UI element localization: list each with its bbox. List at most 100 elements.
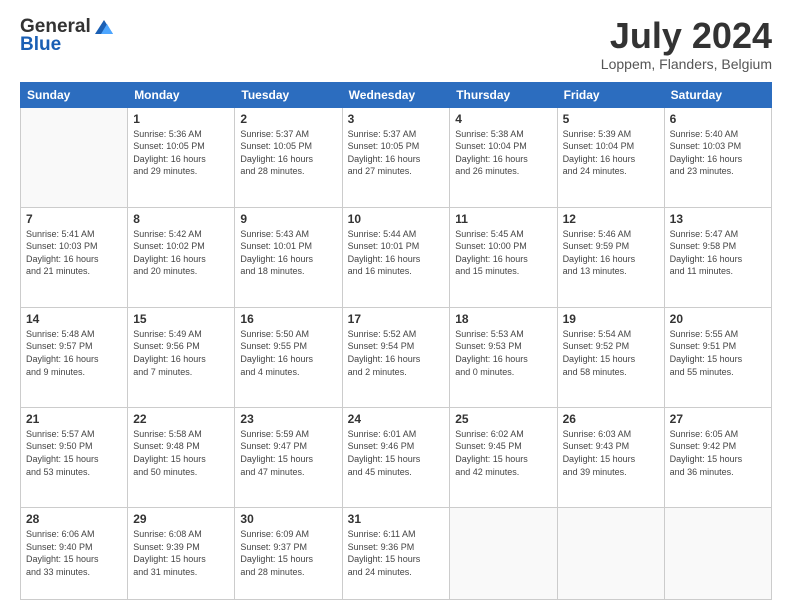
daylight-text: Daylight: 15 hoursand 45 minutes. — [348, 453, 445, 478]
day-info: Sunrise: 5:52 AMSunset: 9:54 PMDaylight:… — [348, 328, 445, 378]
daylight-text: Daylight: 16 hoursand 26 minutes. — [455, 153, 551, 178]
daylight-text: Daylight: 16 hoursand 2 minutes. — [348, 353, 445, 378]
sunset-text: Sunset: 10:00 PM — [455, 240, 551, 253]
sunset-text: Sunset: 9:54 PM — [348, 340, 445, 353]
sunset-text: Sunset: 9:48 PM — [133, 440, 229, 453]
day-number: 9 — [240, 212, 336, 226]
sunset-text: Sunset: 10:03 PM — [26, 240, 122, 253]
day-info: Sunrise: 6:05 AMSunset: 9:42 PMDaylight:… — [670, 428, 766, 478]
day-number: 18 — [455, 312, 551, 326]
day-info: Sunrise: 5:38 AMSunset: 10:04 PMDaylight… — [455, 128, 551, 178]
day-number: 24 — [348, 412, 445, 426]
daylight-text: Daylight: 15 hoursand 36 minutes. — [670, 453, 766, 478]
calendar-cell: 24 Sunrise: 6:01 AMSunset: 9:46 PMDayligh… — [342, 407, 450, 507]
calendar-cell: 28Sunrise: 6:06 AMSunset: 9:40 PMDayligh… — [21, 507, 128, 599]
sunrise-text: Sunrise: 5:47 AM — [670, 228, 766, 241]
daylight-text: Daylight: 15 hoursand 31 minutes. — [133, 553, 229, 578]
calendar-cell: 15 Sunrise: 5:49 AMSunset: 9:56 PMDayligh… — [128, 307, 235, 407]
sunrise-text: Sunrise: 5:55 AM — [670, 328, 766, 341]
logo-blue: Blue — [20, 34, 61, 56]
calendar-week-row: 7Sunrise: 5:41 AMSunset: 10:03 PMDayligh… — [21, 207, 772, 307]
day-info: Sunrise: 5:55 AMSunset: 9:51 PMDaylight:… — [670, 328, 766, 378]
sunset-text: Sunset: 9:53 PM — [455, 340, 551, 353]
sunrise-text: Sunrise: 6:09 AM — [240, 528, 336, 541]
sunset-text: Sunset: 10:04 PM — [455, 140, 551, 153]
calendar-header-wednesday: Wednesday — [342, 82, 450, 107]
calendar-cell: 5Sunrise: 5:39 AMSunset: 10:04 PMDayligh… — [557, 107, 664, 207]
page: General Blue July 2024 Loppem, Flanders,… — [0, 0, 792, 612]
sunrise-text: Sunrise: 5:45 AM — [455, 228, 551, 241]
calendar-header-row: SundayMondayTuesdayWednesdayThursdayFrid… — [21, 82, 772, 107]
calendar-cell: 6Sunrise: 5:40 AMSunset: 10:03 PMDayligh… — [664, 107, 771, 207]
day-info: Sunrise: 6:06 AMSunset: 9:40 PMDaylight:… — [26, 528, 122, 578]
day-info: Sunrise: 5:49 AMSunset: 9:56 PMDaylight:… — [133, 328, 229, 378]
sunset-text: Sunset: 9:46 PM — [348, 440, 445, 453]
calendar-week-row: 1Sunrise: 5:36 AMSunset: 10:05 PMDayligh… — [21, 107, 772, 207]
sunset-text: Sunset: 9:39 PM — [133, 541, 229, 554]
location: Loppem, Flanders, Belgium — [601, 56, 772, 72]
daylight-text: Daylight: 16 hoursand 4 minutes. — [240, 353, 336, 378]
daylight-text: Daylight: 15 hoursand 33 minutes. — [26, 553, 122, 578]
calendar-cell: 26Sunrise: 6:03 AMSunset: 9:43 PMDayligh… — [557, 407, 664, 507]
calendar-header-saturday: Saturday — [664, 82, 771, 107]
day-info: Sunrise: 5:50 AMSunset: 9:55 PMDaylight:… — [240, 328, 336, 378]
day-info: Sunrise: 5:58 AMSunset: 9:48 PMDaylight:… — [133, 428, 229, 478]
calendar-cell: 11Sunrise: 5:45 AMSunset: 10:00 PMDaylig… — [450, 207, 557, 307]
calendar-cell: 4Sunrise: 5:38 AMSunset: 10:04 PMDayligh… — [450, 107, 557, 207]
daylight-text: Daylight: 15 hoursand 55 minutes. — [670, 353, 766, 378]
day-number: 30 — [240, 512, 336, 526]
calendar-cell: 31Sunrise: 6:11 AMSunset: 9:36 PMDayligh… — [342, 507, 450, 599]
day-info: Sunrise: 6:02 AMSunset: 9:45 PMDaylight:… — [455, 428, 551, 478]
sunset-text: Sunset: 9:55 PM — [240, 340, 336, 353]
calendar-cell: 20Sunrise: 5:55 AMSunset: 9:51 PMDayligh… — [664, 307, 771, 407]
sunset-text: Sunset: 9:36 PM — [348, 541, 445, 554]
calendar-cell: 2Sunrise: 5:37 AMSunset: 10:05 PMDayligh… — [235, 107, 342, 207]
daylight-text: Daylight: 15 hoursand 39 minutes. — [563, 453, 659, 478]
day-info: Sunrise: 6:03 AMSunset: 9:43 PMDaylight:… — [563, 428, 659, 478]
day-info: Sunrise: 6:11 AMSunset: 9:36 PMDaylight:… — [348, 528, 445, 578]
calendar-cell — [557, 507, 664, 599]
day-info: Sunrise: 5:41 AMSunset: 10:03 PMDaylight… — [26, 228, 122, 278]
sunrise-text: Sunrise: 6:06 AM — [26, 528, 122, 541]
calendar-cell: 21Sunrise: 5:57 AMSunset: 9:50 PMDayligh… — [21, 407, 128, 507]
calendar-cell: 27Sunrise: 6:05 AMSunset: 9:42 PMDayligh… — [664, 407, 771, 507]
sunrise-text: Sunrise: 6:08 AM — [133, 528, 229, 541]
sunrise-text: Sunrise: 5:44 AM — [348, 228, 445, 241]
day-info: Sunrise: 5:48 AMSunset: 9:57 PMDaylight:… — [26, 328, 122, 378]
sunset-text: Sunset: 9:57 PM — [26, 340, 122, 353]
sunrise-text: Sunrise: 6:02 AM — [455, 428, 551, 441]
day-number: 29 — [133, 512, 229, 526]
calendar-cell — [664, 507, 771, 599]
day-info: Sunrise: 5:57 AMSunset: 9:50 PMDaylight:… — [26, 428, 122, 478]
day-info: Sunrise: 6:08 AMSunset: 9:39 PMDaylight:… — [133, 528, 229, 578]
daylight-text: Daylight: 16 hoursand 29 minutes. — [133, 153, 229, 178]
sunrise-text: Sunrise: 5:54 AM — [563, 328, 659, 341]
sunrise-text: Sunrise: 5:41 AM — [26, 228, 122, 241]
daylight-text: Daylight: 16 hoursand 0 minutes. — [455, 353, 551, 378]
logo: General Blue — [20, 16, 115, 56]
daylight-text: Daylight: 16 hoursand 11 minutes. — [670, 253, 766, 278]
day-number: 8 — [133, 212, 229, 226]
sunrise-text: Sunrise: 6:01 AM — [348, 428, 445, 441]
day-number: 16 — [240, 312, 336, 326]
sunrise-text: Sunrise: 5:53 AM — [455, 328, 551, 341]
day-number: 19 — [563, 312, 659, 326]
sunset-text: Sunset: 9:47 PM — [240, 440, 336, 453]
sunrise-text: Sunrise: 5:49 AM — [133, 328, 229, 341]
calendar-cell: 7Sunrise: 5:41 AMSunset: 10:03 PMDayligh… — [21, 207, 128, 307]
sunrise-text: Sunrise: 6:05 AM — [670, 428, 766, 441]
daylight-text: Daylight: 15 hoursand 58 minutes. — [563, 353, 659, 378]
sunset-text: Sunset: 9:51 PM — [670, 340, 766, 353]
sunrise-text: Sunrise: 5:37 AM — [348, 128, 445, 141]
calendar-cell: 14Sunrise: 5:48 AMSunset: 9:57 PMDayligh… — [21, 307, 128, 407]
day-info: Sunrise: 5:39 AMSunset: 10:04 PMDaylight… — [563, 128, 659, 178]
day-number: 15 — [133, 312, 229, 326]
calendar-cell: 9Sunrise: 5:43 AMSunset: 10:01 PMDayligh… — [235, 207, 342, 307]
daylight-text: Daylight: 16 hoursand 16 minutes. — [348, 253, 445, 278]
daylight-text: Daylight: 16 hoursand 27 minutes. — [348, 153, 445, 178]
day-number: 1 — [133, 112, 229, 126]
calendar-cell: 1Sunrise: 5:36 AMSunset: 10:05 PMDayligh… — [128, 107, 235, 207]
day-number: 6 — [670, 112, 766, 126]
calendar-cell: 23Sunrise: 5:59 AMSunset: 9:47 PMDayligh… — [235, 407, 342, 507]
day-info: Sunrise: 5:54 AMSunset: 9:52 PMDaylight:… — [563, 328, 659, 378]
